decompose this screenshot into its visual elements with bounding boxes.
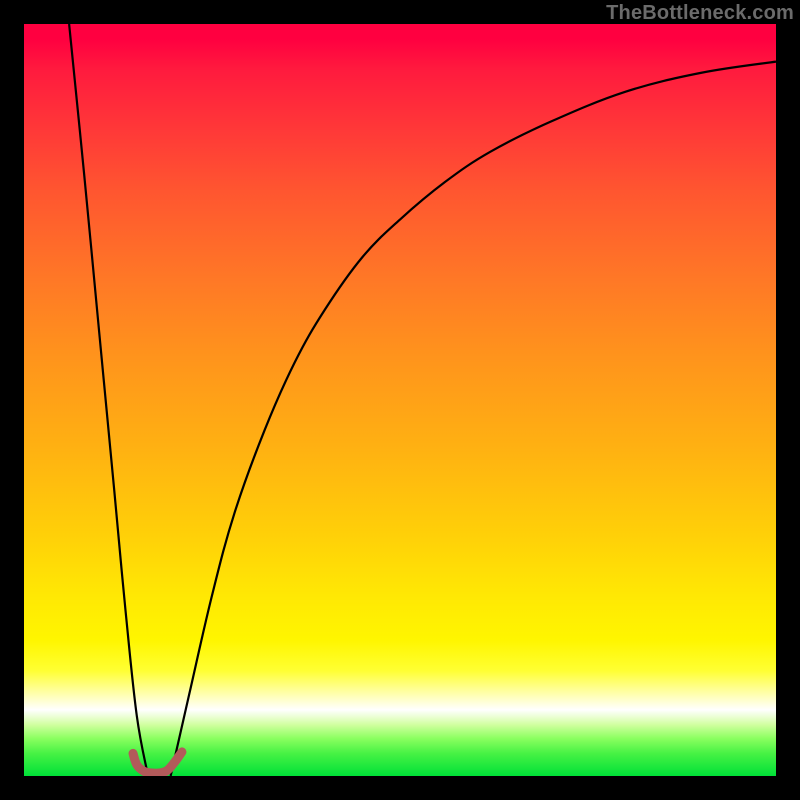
chart-plot-area bbox=[24, 24, 776, 776]
curve-left-branch bbox=[69, 24, 148, 776]
chart-curves-svg bbox=[24, 24, 776, 776]
marker-segment bbox=[133, 752, 182, 773]
outer-frame bbox=[24, 24, 776, 776]
curve-right-branch bbox=[171, 62, 776, 776]
watermark-label: TheBottleneck.com bbox=[606, 2, 794, 25]
